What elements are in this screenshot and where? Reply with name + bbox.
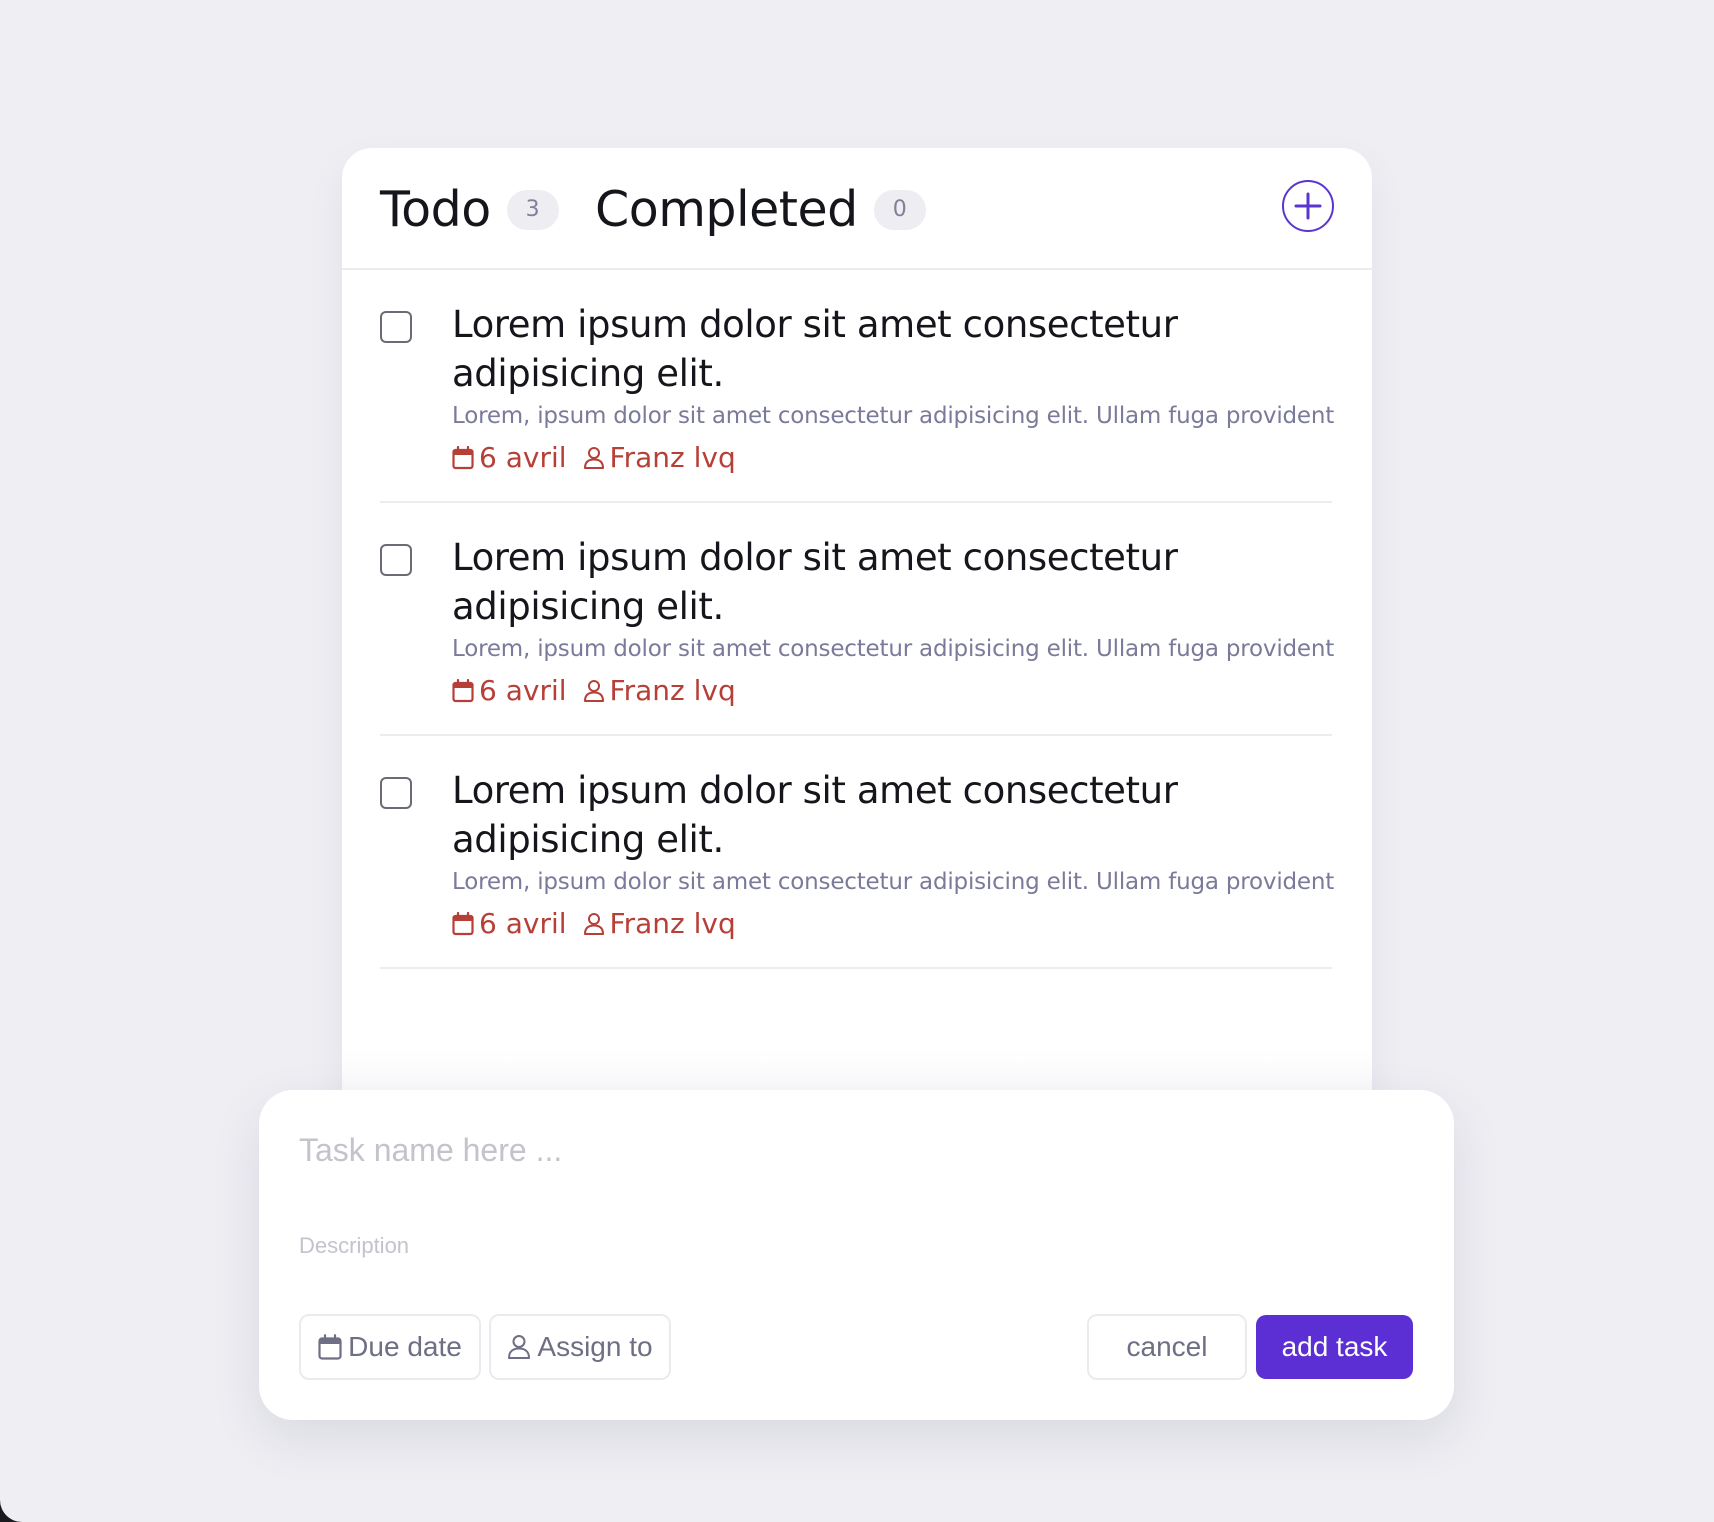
task-body: Lorem ipsum dolor sit amet consectetur a… [452,533,1335,709]
task-checkbox[interactable] [380,544,412,576]
user-icon [583,447,604,469]
due-date-button[interactable]: Due date [299,1314,481,1380]
user-icon [583,680,604,702]
add-task-submit-button[interactable]: add task [1256,1315,1413,1379]
task-meta: 6 avril Franz lvq [452,673,1332,709]
task-assignee-label: Franz lvq [609,674,736,707]
cancel-button-label: cancel [1126,1331,1208,1362]
task-assignee[interactable]: Franz lvq [583,440,736,476]
tab-todo-label: Todo [380,181,491,238]
user-icon [583,913,604,935]
task-checkbox[interactable] [380,311,412,343]
task-body: Lorem ipsum dolor sit amet consectetur a… [452,300,1335,476]
task-due-date[interactable]: 6 avril [452,673,567,709]
task-title[interactable]: Lorem ipsum dolor sit amet consectetur a… [452,766,1332,864]
user-icon [507,1334,531,1360]
task-assignee[interactable]: Franz lvq [583,906,736,942]
assign-to-button-label: Assign to [537,1331,653,1362]
task-body: Lorem ipsum dolor sit amet consectetur a… [452,766,1335,942]
task-title[interactable]: Lorem ipsum dolor sit amet consectetur a… [452,300,1332,398]
tab-todo[interactable]: Todo 3 [380,182,559,238]
window-corner [0,1500,22,1522]
task-meta: 6 avril Franz lvq [452,906,1332,942]
task-assignee-label: Franz lvq [609,441,736,474]
task-assignee-label: Franz lvq [609,907,736,940]
tab-todo-count: 3 [506,190,559,230]
task-item: Lorem ipsum dolor sit amet consectetur a… [380,736,1335,969]
cancel-button[interactable]: cancel [1087,1314,1247,1380]
card-header: Todo 3 Completed 0 [342,148,1372,270]
task-due-date[interactable]: 6 avril [452,906,567,942]
plus-icon [1294,192,1322,220]
task-due-date-label: 6 avril [479,441,567,474]
assign-to-button[interactable]: Assign to [489,1314,671,1380]
task-due-date-label: 6 avril [479,674,567,707]
task-description: Lorem, ipsum dolor sit amet consectetur … [452,403,1335,429]
task-item: Lorem ipsum dolor sit amet consectetur a… [380,503,1335,736]
description-input[interactable] [299,1226,1399,1266]
task-assignee[interactable]: Franz lvq [583,673,736,709]
task-list: Lorem ipsum dolor sit amet consectetur a… [342,270,1372,969]
task-meta: 6 avril Franz lvq [452,440,1332,476]
todo-card: Todo 3 Completed 0 Lorem ipsum dolor sit… [342,148,1372,1128]
calendar-icon [318,1334,342,1360]
tab-completed-label: Completed [595,181,858,238]
task-description: Lorem, ipsum dolor sit amet consectetur … [452,869,1335,895]
add-task-button-label: add task [1281,1331,1388,1362]
task-description: Lorem, ipsum dolor sit amet consectetur … [452,636,1335,662]
tab-completed-count: 0 [873,190,926,230]
new-task-panel: Due date Assign to cancel add task [259,1090,1454,1420]
add-task-button[interactable] [1282,180,1334,232]
due-date-button-label: Due date [348,1331,462,1362]
calendar-icon [452,446,474,470]
task-name-input[interactable] [299,1120,1399,1180]
task-due-date-label: 6 avril [479,907,567,940]
tab-completed[interactable]: Completed 0 [595,182,926,238]
task-item: Lorem ipsum dolor sit amet consectetur a… [380,270,1335,503]
task-title[interactable]: Lorem ipsum dolor sit amet consectetur a… [452,533,1332,631]
task-due-date[interactable]: 6 avril [452,440,567,476]
calendar-icon [452,912,474,936]
task-checkbox[interactable] [380,777,412,809]
calendar-icon [452,679,474,703]
